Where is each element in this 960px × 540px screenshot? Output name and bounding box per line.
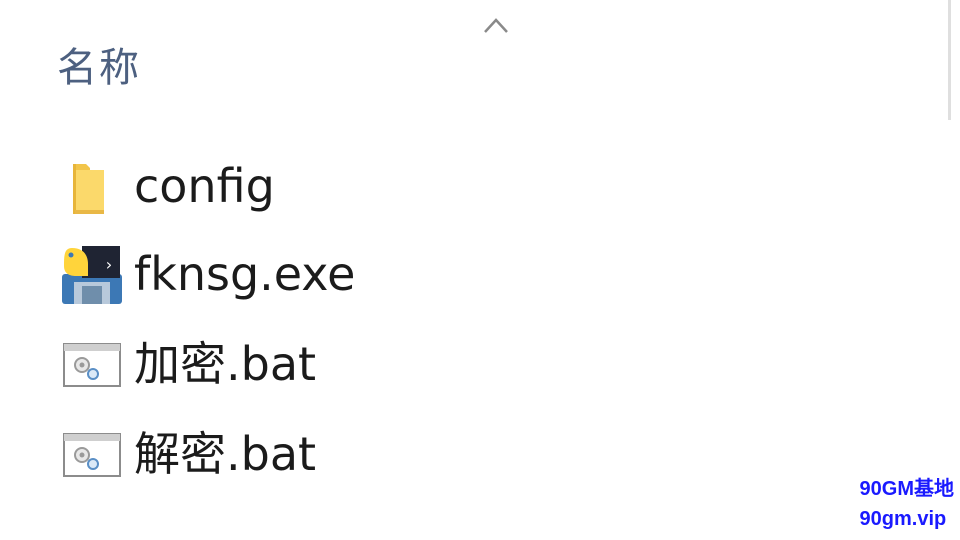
file-name: config: [134, 159, 275, 213]
file-row-decrypt-bat[interactable]: 解密.bat: [60, 416, 760, 492]
column-divider[interactable]: [948, 0, 951, 120]
folder-icon: [73, 164, 104, 214]
watermark-line2: 90gm.vip: [859, 508, 947, 530]
file-name: fknsg.exe: [134, 247, 356, 301]
svg-text:›: ›: [104, 255, 114, 274]
sort-ascending-icon[interactable]: [483, 16, 509, 34]
watermark-line1: 90GM基地: [859, 478, 954, 500]
python-exe-icon: ›: [62, 246, 122, 304]
batch-file-icon: [63, 343, 121, 387]
file-row-encrypt-bat[interactable]: 加密.bat: [60, 326, 760, 402]
file-name: 加密.bat: [134, 337, 317, 391]
batch-file-icon: [63, 433, 121, 477]
file-row-fknsg-exe[interactable]: › fknsg.exe: [60, 236, 760, 312]
name-column-header[interactable]: 名称: [57, 42, 141, 94]
file-name: 解密.bat: [134, 427, 317, 481]
watermark: 90GM基地 90gm.vip: [860, 474, 954, 534]
file-row-config[interactable]: config: [60, 148, 760, 224]
